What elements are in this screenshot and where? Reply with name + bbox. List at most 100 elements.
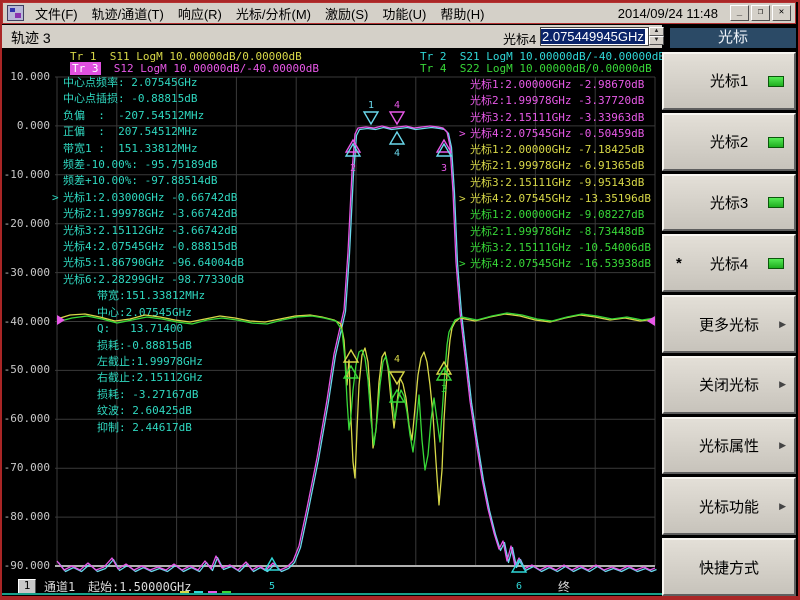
menu-item-1[interactable]: 轨迹/通道(T) (85, 4, 171, 23)
softkey-button-关闭光标[interactable]: 关闭光标▶ (662, 356, 796, 414)
bandwidth-readout-row: Q: 13.71400 (97, 321, 244, 337)
analysis-readout-row: 负偏 : -207.54512MHz (63, 108, 244, 124)
menu-item-4[interactable]: 激励(S) (318, 4, 375, 23)
softkey-panel-title: 光标 (670, 28, 796, 48)
marker-frequency-input[interactable]: 2.075449945GHz (540, 27, 649, 46)
marker-number-label: 4 (394, 148, 400, 159)
softkey-label: 光标属性 (699, 435, 759, 456)
close-button[interactable]: ✕ (772, 5, 791, 21)
softkey-label: 快捷方式 (699, 557, 759, 578)
marker-triangle-6[interactable] (512, 560, 526, 572)
softkey-button-光标1[interactable]: 光标1 (662, 52, 796, 110)
marker-frequency-spinner: ▲ ▼ (649, 27, 664, 46)
softkey-button-光标属性[interactable]: 光标属性▶ (662, 417, 796, 475)
marker-triangle-4[interactable] (390, 132, 404, 144)
submenu-arrow-icon: ▶ (779, 379, 786, 390)
trace-def-S12: Tr 3 S12 LogM 10.00000dB/-40.00000dB (70, 62, 319, 75)
marker-readout-row: 光标4:2.07545GHz -0.88815dB (63, 239, 244, 255)
softkey-button-光标功能[interactable]: 光标功能▶ (662, 477, 796, 535)
marker-readout-row: 光标2:1.99978GHz -6.91365dB (470, 158, 651, 174)
led-indicator (768, 258, 784, 269)
menu-bar: 文件(F)轨迹/通道(T)响应(R)光标/分析(M)激励(S)功能(U)帮助(H… (2, 2, 796, 24)
trace-id: Tr 4 (420, 62, 447, 75)
menu-item-5[interactable]: 功能(U) (375, 4, 433, 23)
led-indicator (768, 137, 784, 148)
softkey-label: 光标1 (710, 70, 748, 91)
window-controls: _❐✕ (728, 5, 791, 21)
led-indicator (768, 76, 784, 87)
spinner-up-button[interactable]: ▲ (649, 27, 664, 36)
channel-number-box: 1 (18, 579, 36, 594)
bandwidth-readout-row: 抑制: 2.44617dB (97, 420, 244, 436)
marker-readout-row: 光标3:2.15111GHz -9.95143dB (470, 175, 651, 191)
selected-marker-arrow: > (459, 256, 466, 272)
left-readout-block: 中心点频率: 2.07545GHz中心点插损: -0.88815dB负偏 : -… (63, 75, 244, 436)
y-axis-label: -20.000 (0, 217, 50, 230)
window-border-left (0, 0, 2, 600)
menu-item-3[interactable]: 光标/分析(M) (229, 4, 318, 23)
marker-triangle-1[interactable] (364, 112, 378, 124)
marker-readout-row: >光标4:2.07545GHz -0.50459dB (470, 126, 651, 142)
marker-readout-row: 光标3:2.15111GHz -3.33963dB (470, 110, 651, 126)
trace-scale: S22 LogM 10.00000dB/0.00000dB (447, 62, 652, 75)
marker-readout-row: 光标2:1.99978GHz -3.66742dB (63, 206, 244, 222)
marker-number-label: 4 (394, 100, 400, 111)
bandwidth-readout-row: 纹波: 2.60425dB (97, 403, 244, 419)
marker-triangle[interactable] (344, 350, 358, 362)
softkey-label: 光标2 (710, 131, 748, 152)
marker-triangle-5[interactable] (265, 558, 279, 570)
y-axis-label: 0.000 (0, 119, 50, 132)
marker-readout-row: 光标3:2.15112GHz -3.66742dB (63, 223, 244, 239)
softkey-button-光标2[interactable]: 光标2 (662, 113, 796, 171)
marker-triangle-3[interactable] (437, 140, 451, 152)
menu-item-2[interactable]: 响应(R) (171, 4, 229, 23)
marker-readout-row: 光标1:2.00000GHz -2.98670dB (470, 77, 651, 93)
marker-number-label: 3 (441, 163, 447, 174)
softkey-label: 光标3 (710, 192, 748, 213)
submenu-arrow-icon: ▶ (779, 501, 786, 512)
marker-triangle[interactable] (390, 390, 404, 402)
marker-triangle[interactable] (344, 366, 358, 378)
bandwidth-readout-row: 中心:2.07545GHz (97, 305, 244, 321)
marker-triangle-2[interactable] (346, 140, 360, 152)
submenu-arrow-icon: ▶ (779, 319, 786, 330)
menu-item-0[interactable]: 文件(F) (28, 4, 85, 23)
status-bar: 1 通道1 起始:1.50000GHz 终止:2.50000GHz (2, 578, 658, 594)
softkey-button-快捷方式[interactable]: 快捷方式 (662, 538, 796, 596)
window-border-top (0, 0, 800, 2)
bandwidth-readout-row: 损耗:-0.88815dB (97, 338, 244, 354)
marker-readout-row: >光标1:2.03000GHz -0.66742dB (63, 190, 244, 206)
menu-item-6[interactable]: 帮助(H) (433, 4, 491, 23)
y-axis-label: -50.000 (0, 363, 50, 376)
marker-triangle-4[interactable] (390, 372, 404, 384)
marker-triangle[interactable] (346, 144, 360, 156)
softkey-label: 更多光标 (699, 314, 759, 335)
analysis-readout-row: 中心点频率: 2.07545GHz (63, 75, 244, 91)
softkey-button-光标3[interactable]: 光标3 (662, 174, 796, 232)
bandwidth-readout-row: 损耗: -3.27167dB (97, 387, 244, 403)
reference-level-arrow (647, 316, 655, 326)
spinner-down-button[interactable]: ▼ (649, 36, 664, 45)
y-axis-label: -60.000 (0, 412, 50, 425)
marker-number-label: 2 (350, 163, 356, 174)
analysis-readout-row: 中心点插损: -0.88815dB (63, 91, 244, 107)
app-icon (7, 5, 24, 21)
analysis-readout-row: 正偏 : 207.54512MHz (63, 124, 244, 140)
bandwidth-readout-row: 左截止:1.99978GHz (97, 354, 244, 370)
restore-button[interactable]: ❐ (751, 5, 770, 21)
marker-triangle[interactable] (437, 144, 451, 156)
marker-readout-row: >光标4:2.07545GHz -13.35196dB (470, 191, 651, 207)
marker-readout-row: 光标2:1.99978GHz -3.37720dB (470, 93, 651, 109)
marker-readout-row: 光标1:2.00000GHz -7.18425dB (470, 142, 651, 158)
marker-triangle-4[interactable] (390, 112, 404, 124)
softkey-button-更多光标[interactable]: 更多光标 ▶ (662, 295, 796, 353)
window-border-bottom (0, 596, 800, 600)
marker-readout-row: 光标2:1.99978GHz -8.73448dB (470, 224, 651, 240)
trace-def-S22: Tr 4 S22 LogM 10.00000dB/0.00000dB (420, 62, 652, 75)
softkey-button-光标4[interactable]: *光标4 (662, 234, 796, 292)
y-axis-label: -30.000 (0, 266, 50, 279)
menu-items: 文件(F)轨迹/通道(T)响应(R)光标/分析(M)激励(S)功能(U)帮助(H… (28, 4, 491, 23)
softkey-label: 光标4 (710, 253, 748, 274)
minimize-button[interactable]: _ (730, 5, 749, 21)
softkey-panel: 光标1光标2光标3*光标4更多光标▶关闭光标▶光标属性▶光标功能▶快捷方式 (662, 52, 796, 596)
